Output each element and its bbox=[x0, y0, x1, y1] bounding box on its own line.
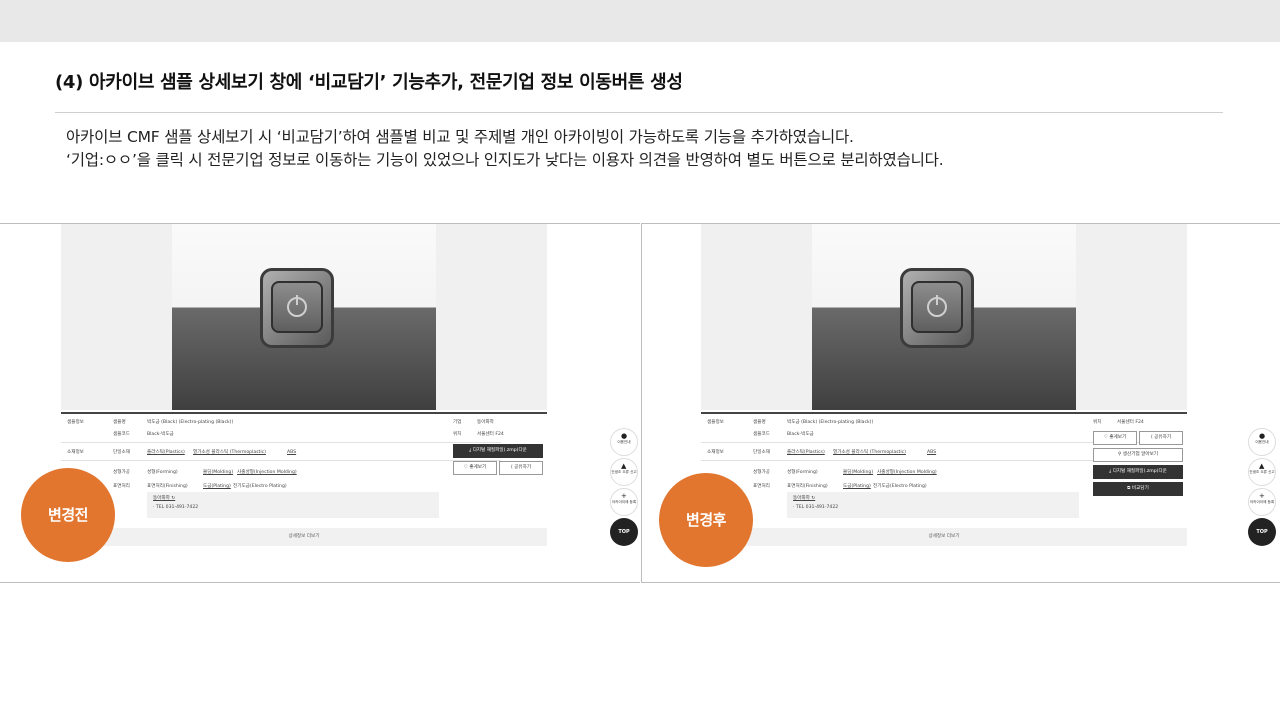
key-single-material: 단일소재 bbox=[753, 450, 770, 455]
power-icon bbox=[287, 295, 307, 317]
plus-icon: + bbox=[621, 492, 627, 500]
desc-line-2: ‘기업:ㅇㅇ’을 클릭 시 전문기업 정보로 이동하는 기능이 있었으나 인지도… bbox=[66, 151, 944, 169]
section-sample-info: 샘플정보 bbox=[67, 420, 84, 425]
company-link[interactable]: 동아화학 ↻ bbox=[153, 496, 175, 502]
guide-button[interactable]: ● 이용안내 bbox=[1248, 428, 1276, 456]
value-sample-name: 박도금 (Black) (Electro-plating (Black)) bbox=[787, 420, 874, 425]
material-link-abs[interactable]: ABS bbox=[287, 450, 296, 456]
key-company: 기업 bbox=[453, 420, 462, 425]
value-sample-code: Black-박도금 bbox=[787, 432, 814, 437]
material-link-thermoplastic[interactable]: 열가소성 플라스틱 (Thermoplastic) bbox=[833, 450, 906, 456]
after-badge: 변경후 bbox=[659, 473, 753, 567]
process-forming[interactable]: 성형(Forming) bbox=[147, 470, 178, 476]
add-to-compare-button[interactable]: ⧉ 비교담기 bbox=[1093, 482, 1183, 496]
desc-line-1: 아카이브 CMF 샘플 상세보기 시 ‘비교담기’하여 샘플별 비교 및 주제별… bbox=[66, 128, 854, 146]
value-sample-code: Black-박도금 bbox=[147, 432, 174, 437]
more-details-bar[interactable]: 상세정보 더보기 bbox=[61, 528, 547, 546]
bug-report-button[interactable]: ▲ 건생조 오류 신고 bbox=[610, 458, 638, 486]
download-zmp-button[interactable]: ⤓ 디지털 재질파일(.zmp)다운 bbox=[1093, 465, 1183, 479]
power-switch-sample bbox=[260, 268, 334, 348]
company-tel: · TEL 031-491-7422 bbox=[793, 505, 839, 510]
like-button[interactable]: ♡ 좋게보기 bbox=[453, 461, 497, 475]
key-location: 위치 bbox=[1093, 420, 1102, 425]
image-area bbox=[701, 224, 1187, 410]
title-divider bbox=[55, 112, 1223, 113]
download-zmp-button[interactable]: ⤓ 디지털 재질파일(.zmp)다운 bbox=[453, 444, 543, 458]
material-link-thermoplastic[interactable]: 열가소성 플라스틱 (Thermoplastic) bbox=[193, 450, 266, 456]
section-sample-info: 샘플정보 bbox=[707, 420, 724, 425]
sample-detail-after: 샘플정보 샘플명 박도금 (Black) (Electro-plating (B… bbox=[701, 224, 1187, 564]
process-electro-plating[interactable]: 전기도금(Electro Plating) bbox=[233, 484, 287, 490]
company-info-button[interactable]: ⚲ 생산기업 알아보기 bbox=[1093, 448, 1183, 462]
process-plating[interactable]: 도금(Plating) bbox=[843, 484, 871, 490]
sample-photo bbox=[812, 224, 1076, 410]
power-icon bbox=[927, 295, 947, 317]
company-tel: · TEL 031-491-7422 bbox=[153, 505, 199, 510]
value-company[interactable]: 동아화학 bbox=[477, 420, 494, 426]
scroll-top-button[interactable]: TOP bbox=[610, 518, 638, 546]
company-info-box: 동아화학 ↻ · TEL 031-491-7422 bbox=[147, 492, 439, 518]
table-top-line bbox=[701, 412, 1187, 414]
process-finishing[interactable]: 표면처리(Finishing) bbox=[147, 484, 188, 490]
process-plating[interactable]: 도금(Plating) bbox=[203, 484, 231, 490]
material-link-plastics[interactable]: 플라스틱(Plastics) bbox=[787, 450, 825, 456]
process-electro-plating[interactable]: 전기도금(Electro Plating) bbox=[873, 484, 927, 490]
key-forming: 성형가공 bbox=[753, 470, 770, 475]
section-material-info: 소재정보 bbox=[67, 450, 84, 455]
key-single-material: 단일소재 bbox=[113, 450, 130, 455]
warning-icon: ▲ bbox=[1259, 462, 1265, 470]
archive-register-button[interactable]: + 아카이이에 등록 bbox=[610, 488, 638, 516]
section-material-info: 소재정보 bbox=[707, 450, 724, 455]
plus-icon: + bbox=[1259, 492, 1265, 500]
material-link-abs[interactable]: ABS bbox=[927, 450, 936, 456]
value-location: 서울센터 F24 bbox=[477, 432, 504, 437]
share-button[interactable]: ⟨ 공유하기 bbox=[499, 461, 543, 475]
info-icon: ● bbox=[1259, 432, 1266, 440]
key-finishing: 표면처리 bbox=[753, 484, 770, 489]
process-injection[interactable]: 사출성형(Injection Molding) bbox=[877, 470, 937, 476]
bug-report-button[interactable]: ▲ 건생조 오류 신고 bbox=[1248, 458, 1276, 486]
process-molding[interactable]: 몰딩(Molding) bbox=[843, 470, 873, 476]
company-info-box: 동아화학 ↻ · TEL 031-491-7422 bbox=[787, 492, 1079, 518]
sample-photo bbox=[172, 224, 436, 410]
sample-detail-before: 샘플정보 샘플명 박도금 (Black) (Electro-plating (B… bbox=[61, 224, 547, 564]
top-bar bbox=[0, 0, 1280, 42]
before-badge: 변경전 bbox=[21, 468, 115, 562]
archive-register-button[interactable]: + 아카이이에 등록 bbox=[1248, 488, 1276, 516]
power-switch-sample bbox=[900, 268, 974, 348]
company-link[interactable]: 동아화학 ↻ bbox=[793, 496, 815, 502]
key-location: 위치 bbox=[453, 432, 462, 437]
guide-button[interactable]: ● 이용안내 bbox=[610, 428, 638, 456]
value-location: 서울센터 F24 bbox=[1117, 420, 1144, 425]
key-sample-code: 샘플코드 bbox=[113, 432, 130, 437]
key-sample-name: 샘플명 bbox=[753, 420, 766, 425]
key-sample-name: 샘플명 bbox=[113, 420, 126, 425]
info-icon: ● bbox=[621, 432, 628, 440]
process-molding[interactable]: 몰딩(Molding) bbox=[203, 470, 233, 476]
image-area bbox=[61, 224, 547, 410]
share-button[interactable]: ⟨ 공유하기 bbox=[1139, 431, 1183, 445]
slide-description: 아카이브 CMF 샘플 상세보기 시 ‘비교담기’하여 샘플별 비교 및 주제별… bbox=[66, 126, 944, 172]
process-injection[interactable]: 사출성형(Injection Molding) bbox=[237, 470, 297, 476]
material-link-plastics[interactable]: 플라스틱(Plastics) bbox=[147, 450, 185, 456]
key-sample-code: 샘플코드 bbox=[753, 432, 770, 437]
process-finishing[interactable]: 표면처리(Finishing) bbox=[787, 484, 828, 490]
warning-icon: ▲ bbox=[621, 462, 627, 470]
key-finishing: 표면처리 bbox=[113, 484, 130, 489]
slide-title: (4) 아카이브 샘플 상세보기 창에 ‘비교담기’ 기능추가, 전문기업 정보… bbox=[55, 72, 683, 93]
process-forming[interactable]: 성형(Forming) bbox=[787, 470, 818, 476]
value-sample-name: 박도금 (Black) (Electro-plating (Black)) bbox=[147, 420, 234, 425]
key-forming: 성형가공 bbox=[113, 470, 130, 475]
table-top-line bbox=[61, 412, 547, 414]
like-button[interactable]: ♡ 좋게보기 bbox=[1093, 431, 1137, 445]
scroll-top-button[interactable]: TOP bbox=[1248, 518, 1276, 546]
more-details-bar[interactable]: 상세정보 더보기 bbox=[701, 528, 1187, 546]
